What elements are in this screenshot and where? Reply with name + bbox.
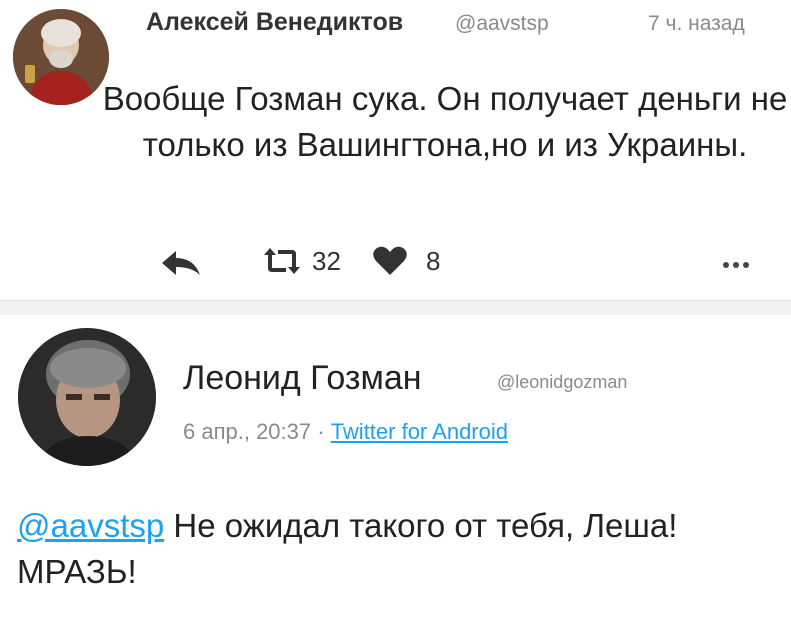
tweet-card-1: Алексей Венедиктов @aavstsp 7 ч. назад В… (0, 0, 791, 300)
heart-icon[interactable] (372, 246, 408, 281)
tweet-actions: 32 8 (0, 240, 791, 290)
tweet-timestamp[interactable]: 7 ч. назад (648, 12, 745, 36)
mention-link[interactable]: @aavstsp (17, 507, 164, 544)
more-dots-icon[interactable] (723, 262, 749, 268)
author-name[interactable]: Леонид Гозман (183, 359, 422, 398)
reply-icon[interactable] (160, 248, 202, 283)
tweet-date: 6 апр., 20:37 (183, 419, 312, 444)
retweet-icon[interactable] (262, 246, 302, 281)
tweet-text: @aavstsp Не ожидал такого от тебя, Леша!… (17, 503, 777, 595)
avatar[interactable] (13, 9, 109, 105)
author-handle[interactable]: @aavstsp (455, 12, 549, 36)
author-handle[interactable]: @leonidgozman (497, 372, 627, 393)
tweet-text: Вообще Гозман сука. Он получает деньги н… (102, 80, 788, 163)
author-name[interactable]: Алексей Венедиктов (146, 8, 403, 37)
source-link[interactable]: Twitter for Android (331, 419, 508, 444)
avatar[interactable] (18, 328, 156, 466)
meta-separator: · (311, 419, 331, 444)
retweet-count: 32 (312, 246, 341, 276)
tweet-divider (0, 300, 791, 315)
tweet-meta: 6 апр., 20:37 · Twitter for Android (183, 419, 508, 445)
tweet-card-2: Леонид Гозман @leonidgozman 6 апр., 20:3… (0, 315, 791, 627)
like-count: 8 (426, 246, 441, 276)
